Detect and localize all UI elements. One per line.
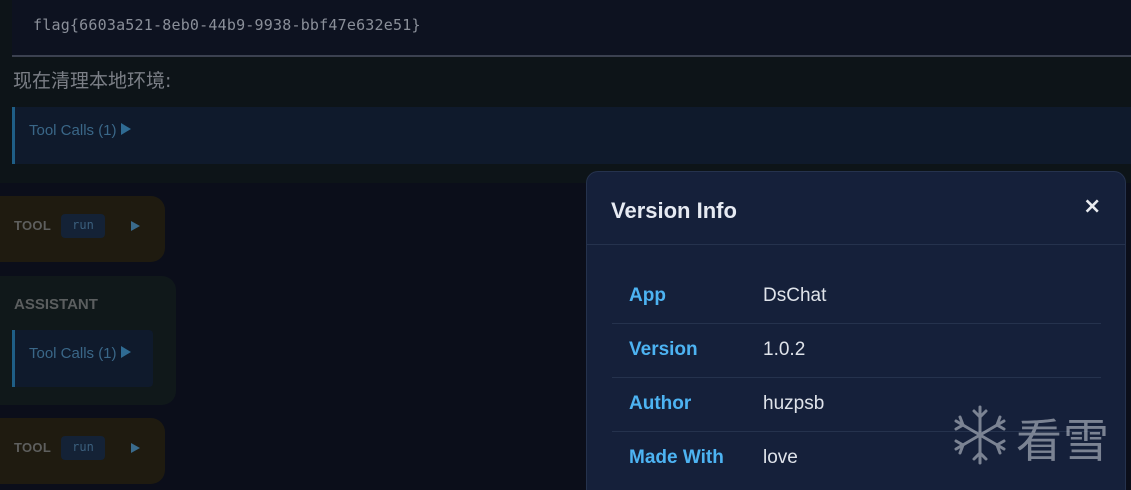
info-value: DsChat [763, 285, 827, 306]
expand-arrow-icon [120, 123, 131, 135]
info-value: 1.0.2 [763, 339, 806, 360]
flag-text: flag{6603a521-8eb0-44b9-9938-bbf47e632e5… [33, 16, 421, 34]
tool-calls-toggle[interactable]: Tool Calls (1) [12, 330, 153, 387]
tool-message[interactable]: TOOL run [0, 196, 165, 262]
assistant-role-label: ASSISTANT [14, 296, 98, 313]
tool-role-label: TOOL [14, 218, 52, 233]
expand-arrow-icon[interactable] [131, 443, 140, 453]
tool-message[interactable]: TOOL run [0, 418, 165, 484]
assistant-message: flag{6603a521-8eb0-44b9-9938-bbf47e632e5… [0, 0, 1131, 183]
run-badge: run [61, 214, 105, 238]
tool-calls-text: Tool Calls (1) [29, 122, 117, 139]
info-key: Made With [629, 447, 724, 468]
expand-arrow-icon [120, 346, 131, 358]
run-badge: run [61, 436, 105, 460]
info-value: love [763, 447, 798, 468]
chat-page: flag{6603a521-8eb0-44b9-9938-bbf47e632e5… [0, 0, 1131, 490]
close-icon[interactable]: × [1083, 196, 1101, 218]
watermark: 看雪 [950, 403, 1115, 468]
info-key: Author [629, 393, 692, 414]
info-row-app: App DsChat [612, 270, 1101, 324]
info-value: huzpsb [763, 393, 825, 414]
run-badge-text: run [72, 218, 94, 232]
assistant-message: ASSISTANT Tool Calls (1) [0, 276, 176, 405]
tool-calls-toggle[interactable]: Tool Calls (1) [12, 107, 1131, 164]
tool-role-label: TOOL [14, 440, 52, 455]
watermark-text: 看雪 [1016, 414, 1110, 468]
snowflake-icon [954, 405, 1006, 465]
code-block: flag{6603a521-8eb0-44b9-9938-bbf47e632e5… [12, 0, 1131, 57]
info-key: App [629, 285, 666, 306]
modal-header: Version Info × [587, 172, 1125, 245]
info-key: Version [629, 339, 698, 360]
info-row-version: Version 1.0.2 [612, 324, 1101, 378]
tool-calls-text: Tool Calls (1) [29, 345, 117, 362]
modal-title: Version Info [611, 198, 737, 223]
cleanup-text: 现在清理本地环境: [13, 70, 172, 92]
run-badge-text: run [72, 440, 94, 454]
expand-arrow-icon[interactable] [131, 221, 140, 231]
tool-calls-label: Tool Calls (1) [29, 345, 131, 362]
tool-calls-label: Tool Calls (1) [29, 122, 131, 139]
